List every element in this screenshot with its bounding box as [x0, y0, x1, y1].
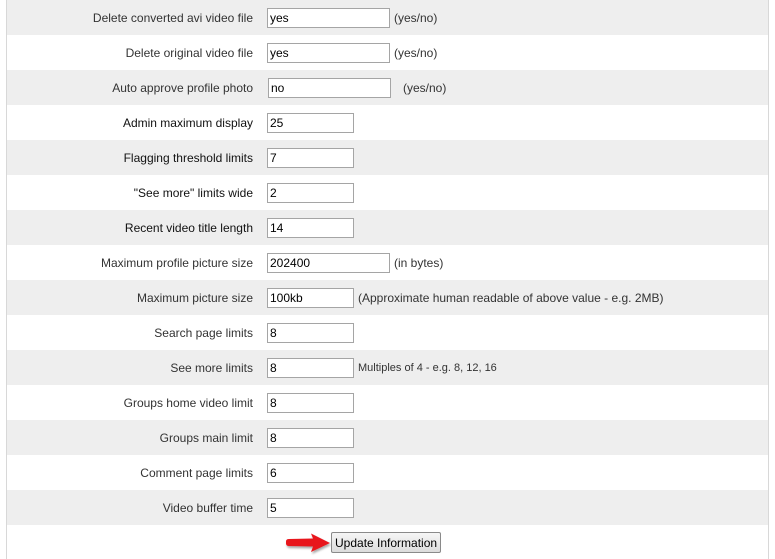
setting-label: Groups main limit — [159, 430, 253, 445]
setting-row-admin-maximum-display: Admin maximum display — [7, 105, 768, 140]
setting-row-groups-main-limit: Groups main limit — [7, 420, 768, 455]
setting-row-recent-video-title-length: Recent video title length — [7, 210, 768, 245]
setting-row-maximum-profile-picture-size: Maximum profile picture size (in bytes) — [7, 245, 768, 280]
search-page-limits-input[interactable] — [267, 322, 354, 343]
see-more-limits-input[interactable] — [267, 357, 354, 378]
delete-converted-avi-input[interactable] — [267, 7, 390, 28]
setting-row-search-page-limits: Search page limits — [7, 315, 768, 350]
setting-label: See more limits — [170, 360, 253, 375]
setting-label: Delete converted avi video file — [92, 10, 253, 25]
setting-hint: (Approximate human readable of above val… — [358, 290, 664, 305]
setting-hint: (in bytes) — [394, 255, 444, 270]
setting-label: "See more" limits wide — [133, 185, 253, 200]
setting-label: Maximum profile picture size — [100, 255, 253, 270]
admin-maximum-display-input[interactable] — [267, 112, 354, 133]
maximum-picture-size-input[interactable] — [267, 287, 354, 308]
setting-hint: (yes/no) — [394, 10, 438, 25]
see-more-limits-wide-input[interactable] — [267, 182, 354, 203]
setting-row-groups-home-video-limit: Groups home video limit — [7, 385, 768, 420]
setting-label: Recent video title length — [124, 220, 253, 235]
submit-row: Update Information — [7, 525, 768, 559]
setting-row-see-more-limits: See more limits Multiples of 4 - e.g. 8,… — [7, 350, 768, 385]
setting-label: Flagging threshold limits — [123, 150, 253, 165]
setting-hint: (yes/no) — [403, 80, 447, 95]
setting-row-delete-converted-avi: Delete converted avi video file (yes/no) — [7, 0, 768, 35]
comment-page-limits-input[interactable] — [267, 462, 354, 483]
setting-row-flagging-threshold: Flagging threshold limits — [7, 140, 768, 175]
video-buffer-time-input[interactable] — [267, 497, 354, 518]
groups-main-limit-input[interactable] — [267, 427, 354, 448]
setting-label: Admin maximum display — [122, 115, 253, 130]
red-arrow-annotation-icon — [286, 533, 330, 552]
auto-approve-profile-photo-input[interactable] — [268, 77, 391, 98]
setting-row-see-more-limits-wide: "See more" limits wide — [7, 175, 768, 210]
update-information-button[interactable]: Update Information — [331, 532, 442, 553]
setting-label: Video buffer time — [162, 500, 253, 515]
setting-label: Delete original video file — [125, 45, 253, 60]
settings-panel: Delete converted avi video file (yes/no)… — [6, 0, 769, 559]
setting-label: Comment page limits — [140, 465, 253, 480]
flagging-threshold-input[interactable] — [267, 147, 354, 168]
setting-hint: (yes/no) — [394, 45, 438, 60]
setting-row-auto-approve-profile-photo: Auto approve profile photo (yes/no) — [7, 70, 768, 105]
delete-original-video-input[interactable] — [267, 42, 390, 63]
setting-hint: Multiples of 4 - e.g. 8, 12, 16 — [358, 361, 497, 374]
setting-row-delete-original-video: Delete original video file (yes/no) — [7, 35, 768, 70]
setting-label: Maximum picture size — [136, 290, 253, 305]
groups-home-video-limit-input[interactable] — [267, 392, 354, 413]
setting-label: Search page limits — [154, 325, 253, 340]
maximum-profile-picture-size-input[interactable] — [267, 252, 390, 273]
setting-row-video-buffer-time: Video buffer time — [7, 490, 768, 525]
setting-label: Auto approve profile photo — [112, 80, 253, 95]
recent-video-title-length-input[interactable] — [267, 217, 354, 238]
setting-row-comment-page-limits: Comment page limits — [7, 455, 768, 490]
setting-row-maximum-picture-size: Maximum picture size (Approximate human … — [7, 280, 768, 315]
setting-label: Groups home video limit — [123, 395, 253, 410]
